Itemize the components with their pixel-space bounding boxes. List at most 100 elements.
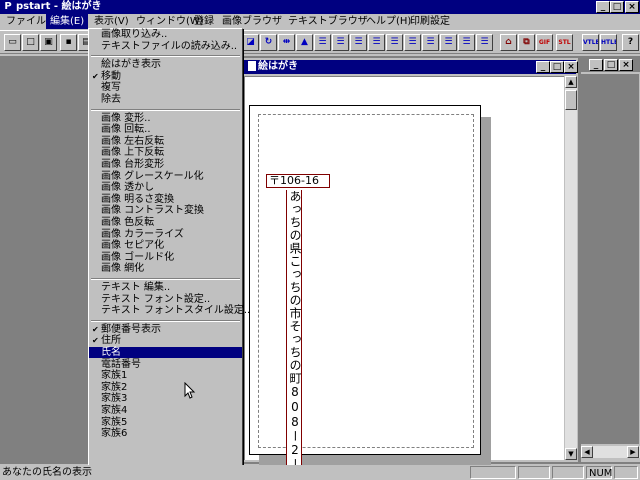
menu-register[interactable]: 登録 [190,14,218,29]
menu-print-settings[interactable]: 印刷設定 [406,14,454,29]
menu-item[interactable]: 画像取り込み.. [89,29,242,40]
menu-item[interactable]: テキスト 編集.. [89,282,242,293]
menu-item[interactable]: 画像 透かし [89,182,242,193]
vtle-icon[interactable]: VTLE [582,34,599,51]
postal-code-field[interactable]: 〒106-16 [266,174,330,188]
browser-pane-titlebar[interactable]: _ □ × [581,58,640,72]
text-tool-1-icon[interactable]: ☰ [314,34,331,51]
scroll-up-icon[interactable]: ▲ [565,76,577,88]
text-tool-4-icon[interactable]: ☰ [368,34,385,51]
menu-item[interactable]: 家族2 [89,382,242,393]
menu-item[interactable]: テキスト フォントスタイル設定.. [89,305,250,316]
menu-item[interactable]: テキスト フォント設定.. [89,294,242,305]
window-icon[interactable]: ▣ [40,34,57,51]
menu-item[interactable]: ✔ 住所 [89,335,242,346]
child-maximize-button[interactable]: □ [550,61,564,73]
style-icon[interactable]: STL [556,34,573,51]
menu-item-label: 画像 台形変形 [101,159,165,170]
vertical-scrollbar[interactable]: ▲ ▼ [565,76,577,460]
child-close-button[interactable]: × [564,61,578,73]
menu-item-label: 家族3 [101,393,128,405]
menu-item-label: 複写 [101,82,121,94]
text-tool-3-icon[interactable]: ☰ [350,34,367,51]
menu-item[interactable]: 画像 カラーライズ [89,229,242,240]
menu-item[interactable]: 家族6 [89,428,242,439]
menu-item[interactable]: 絵はがき表示 [89,59,242,70]
menu-item[interactable]: 画像 ゴールド化 [89,252,242,263]
postcard-window-titlebar[interactable]: 絵はがき _ □ × [244,60,578,74]
copy-icon[interactable]: ⧉ [518,34,535,51]
menu-item[interactable]: 画像 網化 [89,263,242,274]
menu-item-label: 画像 透かし [101,182,155,194]
menu-bar: ファイル(F) 編集(E) 表示(V) ウィンドウ(W) 登録 画像ブラウザ テ… [0,14,640,29]
scroll-thumb[interactable] [565,90,577,110]
close-button[interactable]: × [625,1,639,13]
text-tool-8-icon[interactable]: ☰ [440,34,457,51]
menu-item[interactable]: 画像 グレースケール化 [89,171,242,182]
title-bar: P pstart - 絵はがき _ □ × [0,0,640,14]
status-panel-1 [470,466,516,479]
menu-item[interactable]: 複写 [89,82,242,93]
scroll-right-icon[interactable]: ▶ [627,446,639,458]
pane-minimize-button[interactable]: _ [589,59,603,71]
menu-item[interactable]: 家族4 [89,405,242,416]
save-icon[interactable]: ▪ [60,34,77,51]
maximize-button[interactable]: □ [610,1,624,13]
flip-icon[interactable]: ⇹ [278,34,295,51]
new-doc-icon[interactable]: ▭ [4,34,21,51]
home-icon[interactable]: ⌂ [500,34,517,51]
open-icon[interactable]: □ [22,34,39,51]
menu-item[interactable]: 家族5 [89,417,242,428]
menu-item-label: 氏名 [101,347,121,358]
menu-item[interactable]: 画像 上下反転 [89,147,242,158]
menu-item[interactable]: 画像 台形変形 [89,159,242,170]
menu-item[interactable]: 画像 回転.. [89,124,242,135]
menu-item[interactable]: 画像 明るさ変換 [89,194,242,205]
menu-view[interactable]: 表示(V) [90,14,133,29]
menu-item-label: テキストファイルの読み込み.. [101,40,238,52]
menu-item[interactable]: ✔ 移動 [89,71,242,82]
text-tool-5-icon[interactable]: ☰ [386,34,403,51]
menu-item[interactable]: 電話番号 [89,359,242,370]
child-minimize-button[interactable]: _ [536,61,550,73]
menu-item[interactable]: ✔ 郵便番号表示 [89,324,242,335]
menu-item[interactable]: 氏名 [89,347,242,358]
text-tool-2-icon[interactable]: ☰ [332,34,349,51]
menu-item-label: テキスト 編集.. [101,282,171,293]
menu-item[interactable]: 除去 [89,94,242,105]
menu-item[interactable]: 画像 変形.. [89,113,242,124]
menu-edit[interactable]: 編集(E) [46,14,89,29]
minimize-button[interactable]: _ [596,1,610,13]
menu-item[interactable]: 画像 セピア化 [89,240,242,251]
pane-maximize-button[interactable]: □ [604,59,618,71]
text-tool-9-icon[interactable]: ☰ [458,34,475,51]
text-tool-6-icon[interactable]: ☰ [404,34,421,51]
gif-icon[interactable]: GIF [536,34,553,51]
menu-item[interactable]: 家族3 [89,393,242,404]
app-icon[interactable]: P [2,1,14,13]
address-text: あっちの県こっちの市そっちの町808ー2ー2 [288,190,302,480]
postcard-canvas[interactable]: 〒106-16 あっちの県こっちの市そっちの町808ー2ー2 [244,76,564,480]
text-tool-7-icon[interactable]: ☰ [422,34,439,51]
rotate-icon[interactable]: ↻ [260,34,277,51]
menu-item[interactable]: 画像 コントラスト変換 [89,205,242,216]
menu-item[interactable]: 画像 左右反転 [89,136,242,147]
scroll-left-icon[interactable]: ◀ [581,446,593,458]
menu-image-browser[interactable]: 画像ブラウザ [218,14,286,29]
menu-item-label: 家族6 [101,428,128,440]
menu-item[interactable]: テキストファイルの読み込み.. [89,41,242,52]
triangle-icon[interactable]: ▲ [296,34,313,51]
text-tool-10-icon[interactable]: ☰ [476,34,493,51]
status-text: あなたの氏名の表示 [2,467,92,478]
menu-item[interactable]: 家族1 [89,370,242,381]
htle-icon[interactable]: HTLE [600,34,617,51]
pane-close-button[interactable]: × [619,59,633,71]
image-tool-icon[interactable]: ◪ [242,34,259,51]
help-icon[interactable]: ? [622,34,639,51]
menu-item[interactable]: 画像 色反転 [89,217,242,228]
address-field[interactable]: あっちの県こっちの市そっちの町808ー2ー2 [286,190,302,480]
scroll-down-icon[interactable]: ▼ [565,448,577,460]
postcard[interactable]: 〒106-16 あっちの県こっちの市そっちの町808ー2ー2 [249,105,481,480]
horizontal-scrollbar[interactable]: ◀ ▶ [581,446,640,458]
menu-text-browser[interactable]: テキストブラウザ [284,14,372,29]
